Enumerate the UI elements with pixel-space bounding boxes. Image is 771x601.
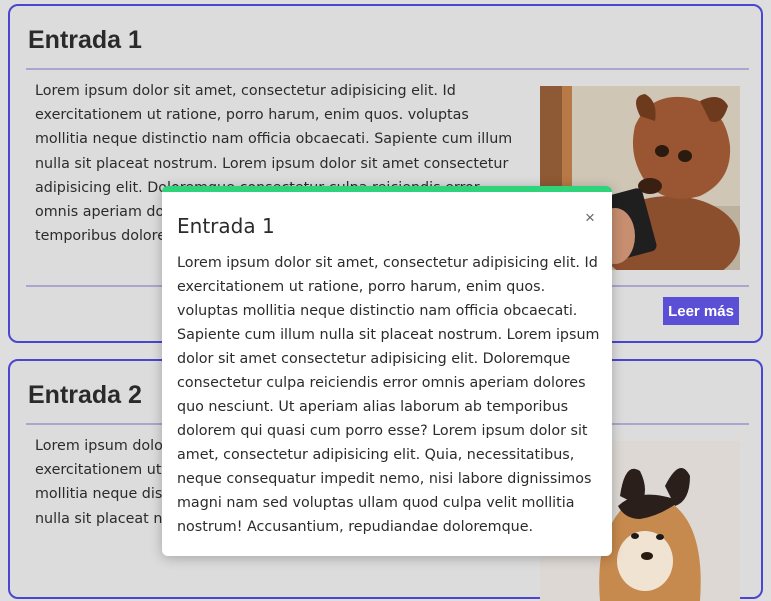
modal-body-text: Lorem ipsum dolor sit amet, consectetur … — [177, 255, 600, 535]
title-divider — [26, 68, 749, 70]
entry-title: Entrada 1 — [28, 26, 142, 54]
entry-modal: Entrada 1 × Lorem ipsum dolor sit amet, … — [162, 186, 612, 556]
entry-title: Entrada 2 — [28, 381, 142, 409]
modal-title: Entrada 1 — [177, 214, 275, 238]
read-more-button[interactable]: Leer más — [663, 297, 739, 325]
close-icon[interactable]: × — [580, 208, 600, 228]
